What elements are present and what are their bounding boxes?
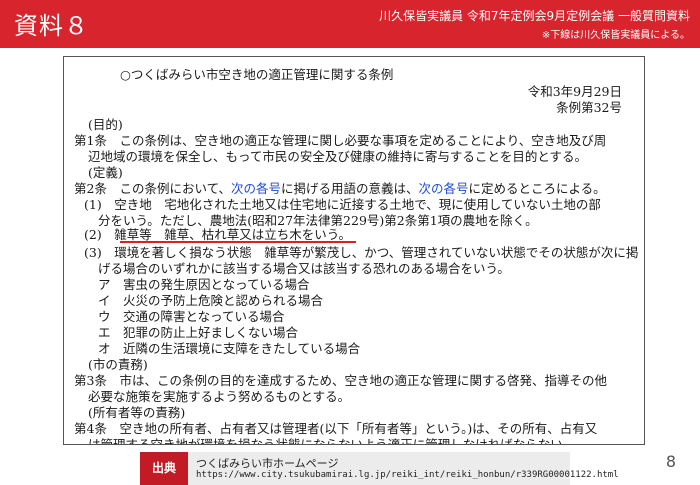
subitem-o: オ 近隣の生活環境に支障をきたしている場合 [98, 341, 361, 356]
heading-definitions: (定義) [88, 165, 123, 180]
article-3-line-2: 必要な施策を実施するよう努めるものとする。 [88, 389, 351, 404]
ordinance-number: 条例第32号 [556, 100, 622, 115]
article-3-line-1: 第3条 市は、この条例の目的を達成するため、空き地の適正な管理に関する啓発、指導… [74, 373, 607, 388]
page-number: 8 [665, 452, 676, 471]
source-name: つくばみらい市ホームページ [196, 457, 339, 470]
ordinance-title: ○つくばみらい市空き地の適正管理に関する条例 [120, 67, 394, 82]
article-1-line-1: 第1条 この条例は、空き地の適正な管理に関し必要な事項を定めることにより、空き地… [74, 133, 607, 148]
subitem-e: エ 犯罪の防止上好ましくない場合 [98, 325, 299, 340]
header-note: ※下線は川久保皆実議員による。 [541, 30, 690, 41]
heading-purpose: (目的) [88, 117, 123, 132]
source-badge: 出典 [140, 452, 188, 485]
item-link-2[interactable]: 次の各号 [419, 181, 469, 196]
red-underline [120, 241, 356, 243]
heading-owner-duty: (所有者等の責務) [88, 405, 186, 420]
source-url[interactable]: https://www.city.tsukubamirai.lg.jp/reik… [196, 470, 619, 480]
article-2-text-b: に掲げる用語の意義は、 [280, 181, 419, 196]
article-2-text-c: に定めるところによる。 [468, 181, 606, 196]
article-2-text-a: 第2条 この条例において、 [74, 181, 231, 196]
article-4-line-2: は管理する空き地が環境を損なう状態にならないよう適正に管理しなければならない。 [88, 437, 576, 445]
article-4-line-1: 第4条 空き地の所有者、占有者又は管理者(以下「所有者等」という。)は、その所有… [74, 421, 598, 436]
header-title: 川久保皆実議員 令和7年定例会9月定例会議 一般質問資料 [379, 9, 690, 23]
article-2-line: 第2条 この条例において、次の各号に掲げる用語の意義は、次の各号に定めるところに… [74, 181, 606, 197]
item-1-line-1: (1) 空き地 宅地化された土地又は住宅地に近接する土地で、現に使用していない土… [84, 197, 601, 212]
item-link-1[interactable]: 次の各号 [231, 181, 281, 196]
header-bar: 資料８ 川久保皆実議員 令和7年定例会9月定例会議 一般質問資料 ※下線は川久保… [0, 0, 700, 48]
enactment-date: 令和3年9月29日 [527, 84, 622, 99]
item-3-line-1: (3) 環境を著しく損なう状態 雑草等が繁茂し、かつ、管理されていない状態でその… [84, 245, 639, 260]
ordinance-document: ○つくばみらい市空き地の適正管理に関する条例 令和3年9月29日 条例第32号 … [63, 56, 645, 445]
subitem-a: ア 害虫の発生原因となっている場合 [98, 277, 310, 292]
heading-city-duty: (市の責務) [88, 357, 148, 372]
document-label: 資料８ [14, 12, 89, 40]
article-1-line-2: 辺地域の環境を保全し、もって市民の安全及び健康の維持に寄与することを目的とする。 [88, 149, 588, 164]
subitem-u: ウ 交通の障害となっている場合 [98, 309, 285, 324]
subitem-i: イ 火災の予防上危険と認められる場合 [98, 293, 324, 308]
source-footer: 出典 つくばみらい市ホームページ https://www.city.tsukub… [140, 452, 619, 485]
item-3-line-2: げる場合のいずれかに該当する場合又は該当する恐れのある場合をいう。 [98, 261, 510, 276]
